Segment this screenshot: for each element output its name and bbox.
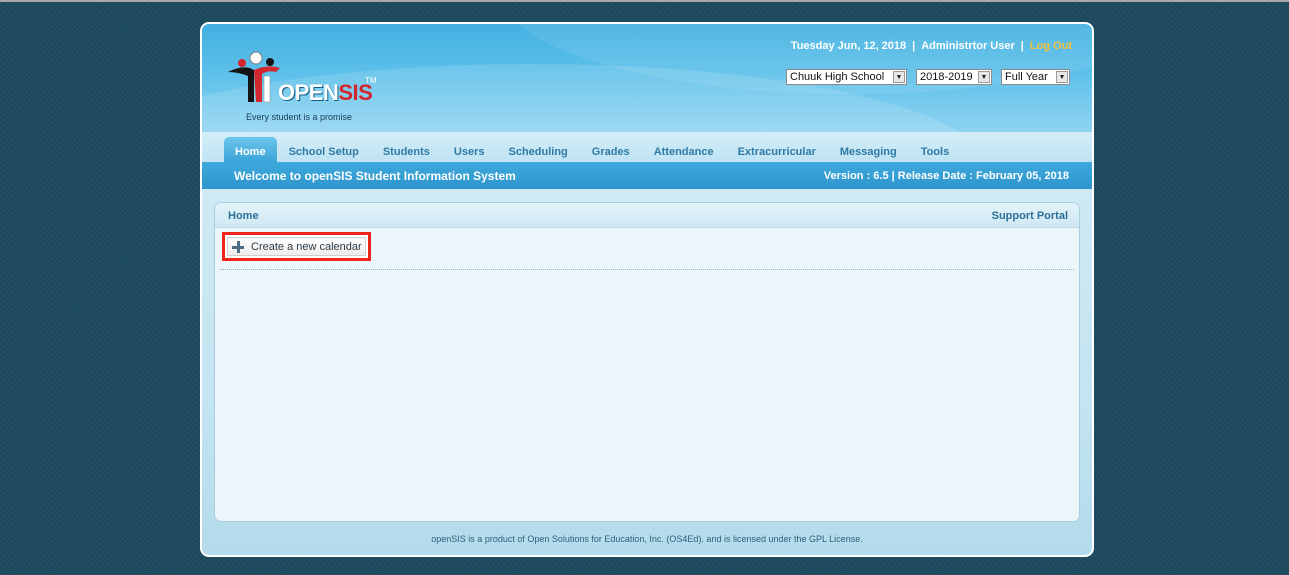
footer-text: openSIS is a product of Open Solutions f… (431, 534, 863, 544)
marking-period-select-value: Full Year (1005, 71, 1048, 83)
logo-tagline: Every student is a promise (246, 112, 353, 122)
current-user: Administrtor User (921, 40, 1015, 52)
welcome-bar: Welcome to openSIS Student Information S… (202, 162, 1092, 189)
create-calendar-label: Create a new calendar (251, 240, 362, 253)
content-panel: Home Support Portal Create a new calenda… (214, 202, 1080, 522)
school-select-value: Chuuk High School (790, 71, 885, 83)
plus-icon (231, 240, 245, 254)
school-year-select-value: 2018-2019 (920, 71, 973, 83)
panel-header: Home Support Portal (215, 203, 1079, 228)
tab-home[interactable]: Home (224, 137, 277, 162)
app-frame: OPENSIS TM Every student is a promise Tu… (200, 22, 1094, 557)
main-navigation: Home School Setup Students Users Schedul… (202, 132, 1092, 162)
top-border (0, 0, 1289, 2)
tab-students[interactable]: Students (371, 137, 442, 162)
marking-period-select[interactable]: Full Year ▼ (1001, 69, 1070, 85)
nav-tabs: Home School Setup Students Users Schedul… (224, 137, 961, 162)
opensis-logo[interactable]: OPENSIS TM Every student is a promise (224, 50, 384, 122)
trademark-mark: TM (365, 76, 377, 85)
tab-tools[interactable]: Tools (909, 137, 962, 162)
support-portal-link[interactable]: Support Portal (992, 210, 1068, 222)
tab-users[interactable]: Users (442, 137, 497, 162)
separator: | (1020, 40, 1024, 52)
tab-school-setup[interactable]: School Setup (277, 137, 371, 162)
breadcrumb: Home (228, 210, 259, 222)
version-info: Version : 6.5 | Release Date : February … (823, 170, 1069, 182)
welcome-title: Welcome to openSIS Student Information S… (234, 169, 516, 183)
school-year-select[interactable]: 2018-2019 ▼ (916, 69, 992, 85)
tab-attendance[interactable]: Attendance (642, 137, 726, 162)
header-banner: OPENSIS TM Every student is a promise Tu… (202, 24, 1092, 132)
create-calendar-button[interactable]: Create a new calendar (227, 237, 366, 256)
current-date: Tuesday Jun, 12, 2018 (790, 40, 907, 52)
dropdown-arrow-icon: ▼ (1056, 71, 1068, 83)
tab-grades[interactable]: Grades (580, 137, 642, 162)
tab-messaging[interactable]: Messaging (828, 137, 909, 162)
app-container: OPENSIS TM Every student is a promise Tu… (202, 24, 1092, 555)
divider (220, 269, 1074, 270)
logo-figures-icon (228, 51, 280, 103)
separator: | (912, 40, 916, 52)
logo-text: OPENSIS (278, 80, 373, 105)
school-select[interactable]: Chuuk High School ▼ (786, 69, 907, 85)
logout-link[interactable]: Log Out (1030, 40, 1072, 52)
context-selectors: Chuuk High School ▼ 2018-2019 ▼ Full Yea… (786, 69, 1070, 85)
dropdown-arrow-icon: ▼ (978, 71, 990, 83)
tab-scheduling[interactable]: Scheduling (496, 137, 579, 162)
tab-extracurricular[interactable]: Extracurricular (726, 137, 828, 162)
user-info-bar: Tuesday Jun, 12, 2018 | Administrtor Use… (791, 40, 1072, 52)
dropdown-arrow-icon: ▼ (893, 71, 905, 83)
highlight-box: Create a new calendar (222, 232, 371, 261)
